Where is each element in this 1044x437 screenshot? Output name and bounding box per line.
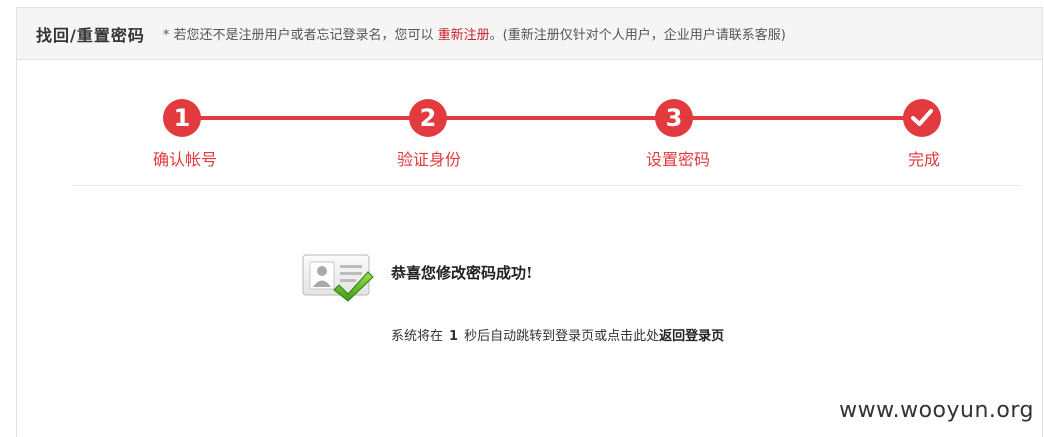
checkmark-icon	[911, 109, 933, 126]
step-1-circle: 1	[163, 99, 201, 137]
step-2-circle: 2	[409, 99, 447, 137]
watermark: www.wooyun.org	[839, 398, 1034, 423]
divider	[73, 185, 1020, 186]
page: 找回/重置密码 * 若您还不是注册用户或者忘记登录名，您可以 重新注册。(重新注…	[0, 0, 1044, 437]
step-2-label: 验证身份	[396, 150, 462, 169]
step-4-circle	[903, 99, 941, 137]
step-connector	[445, 116, 657, 120]
success-card-icon	[302, 252, 374, 302]
redirect-notice: 系统将在 1 秒后自动跳转到登录页或点击此处返回登录页	[391, 325, 724, 344]
step-3-circle: 3	[655, 99, 693, 137]
progress-stepper: 1 2 3 确认帐号 验证身份 设置密码 完成	[0, 0, 1044, 200]
step-1-label: 确认帐号	[152, 150, 218, 169]
countdown-seconds: 1	[449, 329, 459, 344]
step-4-label: 完成	[907, 150, 941, 169]
redirect-middle: 秒后自动跳转到登录页或点击此处	[464, 329, 660, 344]
success-message: 恭喜您修改密码成功!	[391, 264, 533, 282]
redirect-prefix: 系统将在	[391, 329, 444, 344]
step-connector	[198, 116, 412, 120]
return-login-link[interactable]: 返回登录页	[659, 329, 724, 344]
step-3-label: 设置密码	[645, 150, 711, 169]
step-connector	[690, 116, 906, 120]
